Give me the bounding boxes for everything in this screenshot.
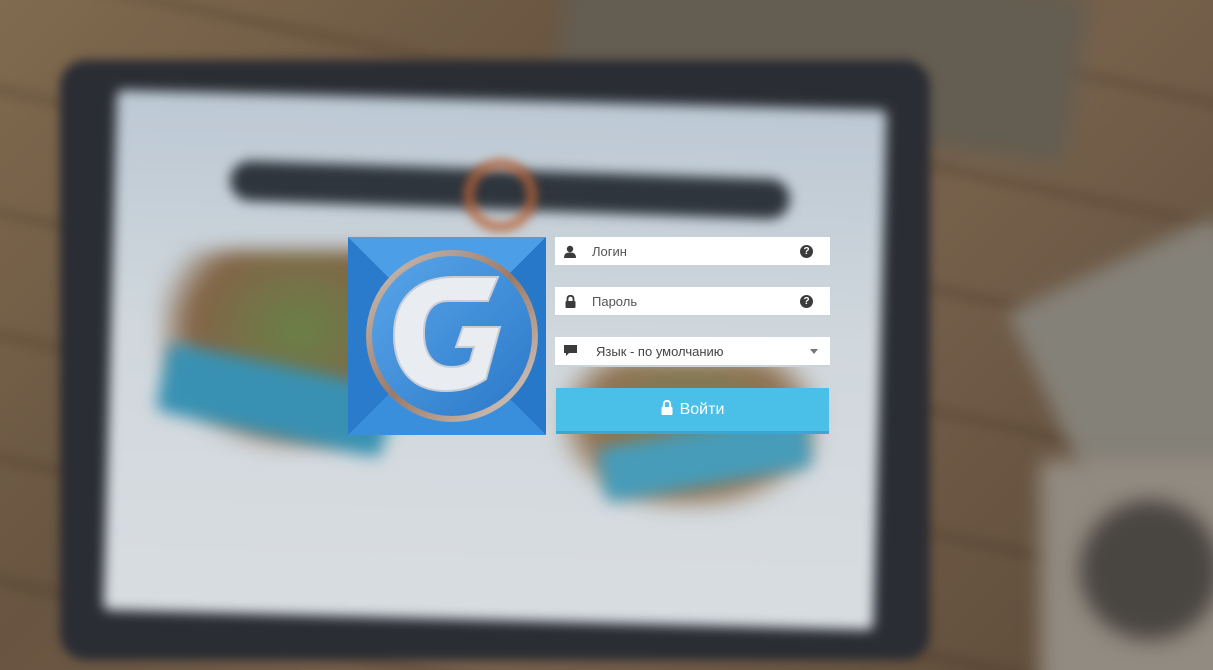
logo-g-icon — [348, 237, 546, 435]
language-select[interactable]: Язык - по умолчанию — [555, 337, 830, 367]
app-logo — [348, 237, 546, 435]
lock-icon — [661, 399, 673, 420]
username-help-icon[interactable]: ? — [800, 245, 813, 258]
user-icon — [563, 244, 577, 258]
password-help-icon[interactable]: ? — [800, 295, 813, 308]
speech-bubble-icon — [563, 344, 577, 358]
login-button[interactable]: Войти — [556, 388, 829, 434]
username-input[interactable] — [592, 237, 792, 265]
password-input[interactable] — [592, 287, 792, 315]
lock-icon — [563, 294, 577, 308]
language-select-value: Язык - по умолчанию — [596, 344, 724, 359]
password-field-container: ? — [555, 287, 830, 317]
login-button-label: Войти — [679, 400, 725, 418]
blurred-background — [0, 0, 1213, 670]
chevron-down-icon — [810, 349, 818, 354]
username-field-container: ? — [555, 237, 830, 267]
